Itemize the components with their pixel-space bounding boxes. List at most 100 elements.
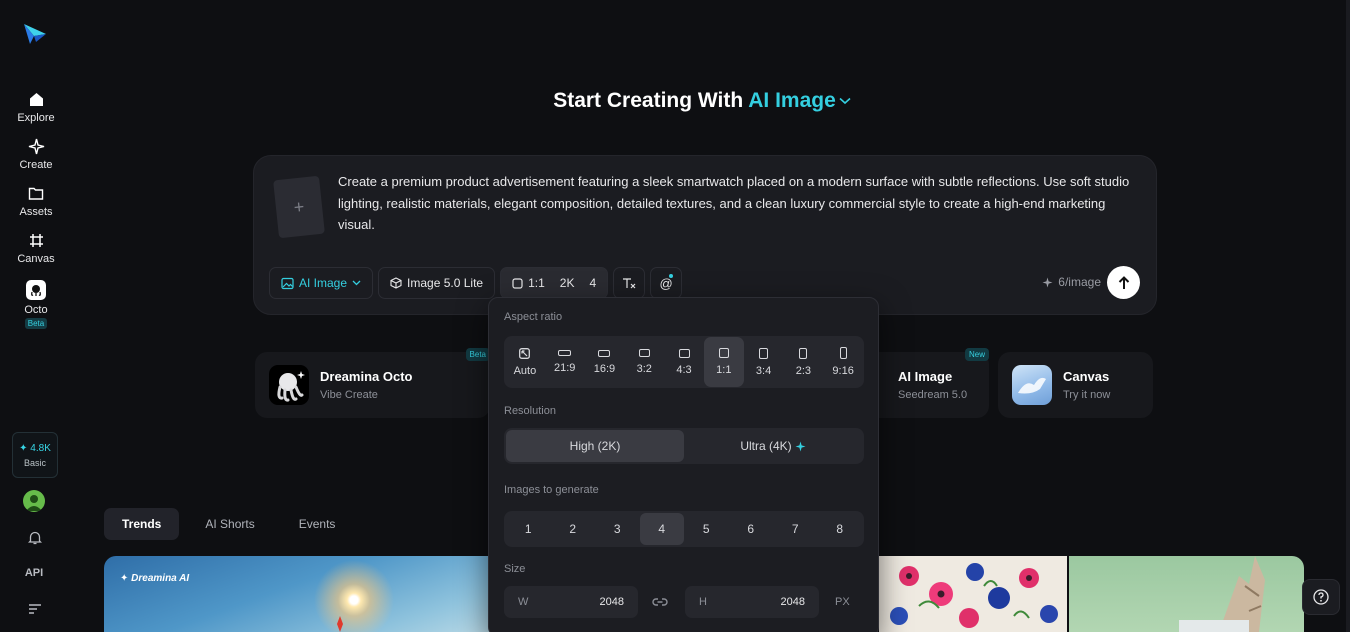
- mention-button[interactable]: @: [650, 267, 683, 299]
- avatar[interactable]: [23, 490, 45, 512]
- model-label: Image 5.0 Lite: [407, 276, 484, 290]
- feature-dreamina-octo[interactable]: Dreamina Octo Vibe Create Beta: [255, 348, 490, 418]
- resolution-label: Resolution: [504, 405, 556, 417]
- resolution-high[interactable]: High (2K): [506, 430, 684, 462]
- aspect-ratio-label: Aspect ratio: [504, 311, 563, 323]
- sparkle-icon: [27, 137, 45, 155]
- nav-octo[interactable]: Octo Beta: [0, 280, 72, 329]
- feature-name: AI Image: [898, 369, 953, 384]
- nav-explore-label: Explore: [17, 112, 55, 124]
- feature-sub: Vibe Create: [320, 389, 378, 401]
- feature-name: Canvas: [1063, 369, 1110, 384]
- count-option-6[interactable]: 6: [729, 513, 774, 545]
- bell-icon[interactable]: [26, 528, 44, 546]
- count-option-5[interactable]: 5: [684, 513, 729, 545]
- canvas-thumbnail: [1012, 365, 1052, 405]
- feature-name: Dreamina Octo: [320, 369, 413, 384]
- nav-octo-label: Octo: [24, 304, 48, 316]
- dreamina-logo[interactable]: [22, 22, 48, 46]
- chevron-down-icon: [352, 280, 361, 286]
- ratio-shape-icon: [678, 348, 690, 358]
- sparkle-icon: [1042, 277, 1053, 287]
- settings-button[interactable]: 1:1 2K 4: [500, 267, 609, 299]
- generation-settings-popover: Aspect ratio Auto 21:9 16:9 3:2 4:3 1:1 …: [488, 297, 879, 632]
- auto-ratio-icon: [519, 347, 531, 359]
- page-title: Start Creating With AI Image: [0, 89, 1350, 113]
- ratio-shape-icon: [638, 349, 650, 357]
- nav-canvas[interactable]: Canvas: [0, 231, 72, 265]
- watermark: ✦ Dreamina AI: [120, 573, 190, 584]
- model-selector[interactable]: Image 5.0 Lite: [378, 267, 496, 299]
- images-count-label: Images to generate: [504, 484, 599, 496]
- arrow-up-icon: [1118, 275, 1129, 289]
- ratio-16-9[interactable]: 16:9: [585, 337, 625, 387]
- prompt-toolbar: AI Image Image 5.0 Lite 1:1 2K 4 @: [269, 267, 683, 299]
- text-format-icon: [623, 278, 636, 289]
- ratio-3-4[interactable]: 3:4: [744, 337, 784, 387]
- gallery-item[interactable]: [1069, 556, 1304, 632]
- ratio-1-1[interactable]: 1:1: [703, 337, 744, 387]
- nav-assets-label: Assets: [19, 206, 53, 218]
- gallery-driftwood: [1179, 556, 1265, 632]
- images-count-selector: 1 2 3 4 5 6 7 8: [504, 511, 864, 547]
- size-label: Size: [504, 563, 526, 575]
- ratio-2-3[interactable]: 2:3: [783, 337, 823, 387]
- count-option-3[interactable]: 3: [595, 513, 640, 545]
- ratio-9-16[interactable]: 9:16: [823, 337, 863, 387]
- ratio-3-2[interactable]: 3:2: [624, 337, 664, 387]
- canvas-grid-icon: [27, 231, 45, 249]
- feature-badge: New: [964, 348, 989, 361]
- feature-canvas[interactable]: Canvas Try it now: [998, 352, 1153, 418]
- gallery-flowers: [879, 556, 1067, 632]
- ratio-21-9[interactable]: 21:9: [545, 337, 585, 387]
- nav-create[interactable]: Create: [0, 137, 72, 171]
- plan-label: Basic: [23, 457, 46, 468]
- gallery-item[interactable]: ✦ Dreamina AI: [104, 556, 494, 632]
- width-input[interactable]: W 2048: [504, 586, 638, 618]
- count-option-1[interactable]: 1: [506, 513, 551, 545]
- mode-dropdown[interactable]: AI Image: [269, 267, 374, 299]
- height-input[interactable]: H 2048: [685, 586, 819, 618]
- aspect-ratio-selector: Auto 21:9 16:9 3:2 4:3 1:1 3:4 2:3 9:16: [504, 336, 864, 388]
- ratio-auto[interactable]: Auto: [505, 337, 545, 387]
- link-icon[interactable]: [652, 595, 668, 609]
- height-value: 2048: [780, 596, 805, 608]
- ratio-shape-icon: [598, 349, 611, 357]
- api-link[interactable]: API: [0, 567, 68, 579]
- square-ratio-icon: [512, 277, 523, 289]
- ratio-4-3[interactable]: 4:3: [664, 337, 704, 387]
- help-button[interactable]: [1302, 579, 1340, 615]
- ratio-value: 1:1: [528, 276, 545, 290]
- ratio-shape-icon: [759, 347, 769, 359]
- tab-events[interactable]: Events: [281, 508, 354, 540]
- prompt-input[interactable]: Create a premium product advertisement f…: [338, 171, 1142, 236]
- ratio-shape-icon: [799, 347, 808, 359]
- width-value: 2048: [599, 596, 624, 608]
- resolution-value: 2K: [559, 276, 575, 290]
- nav-create-label: Create: [19, 159, 53, 171]
- upload-reference-button[interactable]: +: [273, 175, 325, 239]
- ratio-shape-icon: [839, 347, 847, 359]
- cube-icon: [390, 277, 402, 289]
- tab-ai-shorts[interactable]: AI Shorts: [187, 508, 272, 540]
- text-style-button[interactable]: [613, 267, 646, 299]
- count-option-2[interactable]: 2: [551, 513, 596, 545]
- gallery-item[interactable]: [879, 556, 1067, 632]
- title-mode-selector[interactable]: AI Image: [748, 89, 851, 112]
- nav-assets[interactable]: Assets: [0, 184, 72, 218]
- generate-button[interactable]: [1107, 266, 1140, 299]
- octo-thumbnail: [269, 365, 309, 405]
- resolution-ultra[interactable]: Ultra (4K): [684, 430, 862, 462]
- count-option-7[interactable]: 7: [773, 513, 818, 545]
- count-option-8[interactable]: 8: [818, 513, 863, 545]
- folder-icon: [27, 184, 45, 202]
- ratio-shape-icon: [718, 348, 729, 358]
- premium-sparkle-icon: [795, 441, 806, 451]
- tab-trends[interactable]: Trends: [104, 508, 180, 540]
- menu-icon[interactable]: [26, 600, 44, 618]
- count-option-4[interactable]: 4: [639, 513, 684, 545]
- credits-badge[interactable]: ✦ 4.8K Basic: [12, 432, 58, 478]
- gallery-figure: [337, 616, 343, 632]
- chevron-down-icon: [839, 98, 851, 105]
- width-key: W: [518, 596, 529, 608]
